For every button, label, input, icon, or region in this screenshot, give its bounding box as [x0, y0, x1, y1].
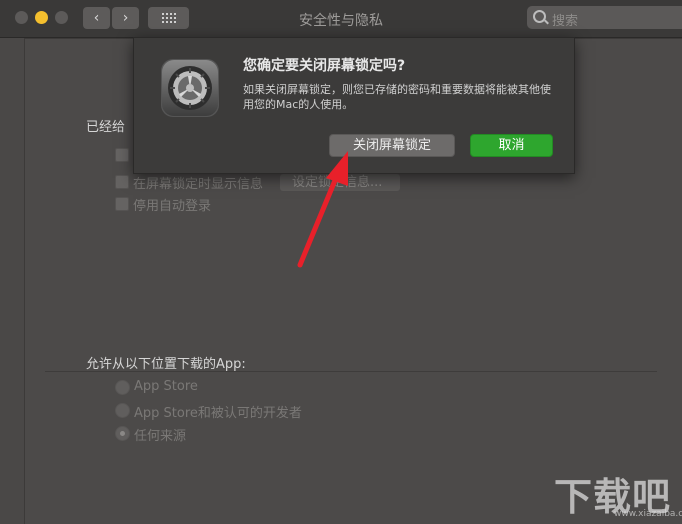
- watermark-url: www.xiazaiba.com: [614, 509, 682, 519]
- watermark-logo: 下载吧 www.xiazaiba.com: [548, 466, 682, 521]
- annotation-arrow-icon: [297, 151, 348, 268]
